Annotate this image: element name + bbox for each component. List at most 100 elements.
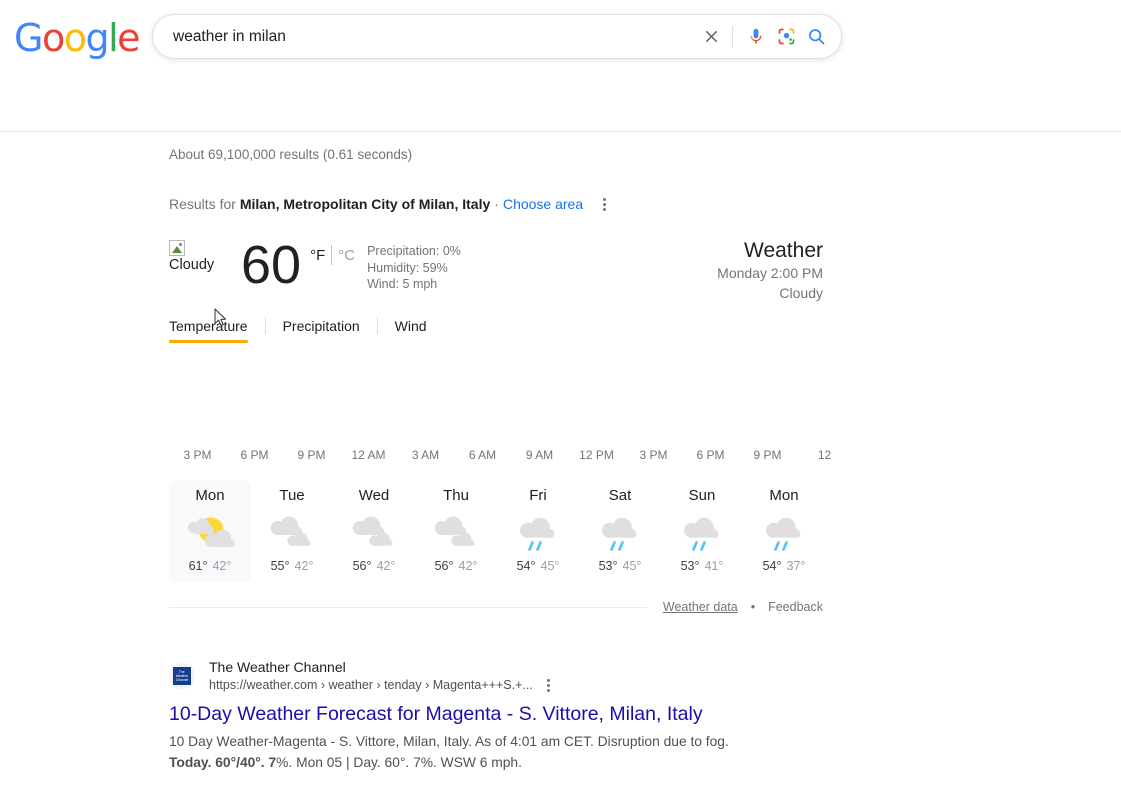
forecast-low: 42° <box>376 559 396 573</box>
snippet-line-2: %. Mon 05 | Day. 60°. 7%. WSW 6 mph. <box>276 755 522 770</box>
results-for-location: Milan, Metropolitan City of Milan, Italy <box>239 196 491 212</box>
tab-wind[interactable]: Wind <box>395 318 427 343</box>
organic-result-header: The Weather Channel The Weather Channel … <box>169 658 829 694</box>
clear-search-button[interactable] <box>696 22 726 52</box>
kebab-dot-1 <box>603 197 607 201</box>
favicon-inner: The Weather Channel <box>173 667 191 685</box>
weather-card: Cloudy 60 °F °C Precipitation: 0% Humidi… <box>169 235 831 614</box>
weather-daytime: Monday 2:00 PM <box>717 265 823 281</box>
logo-letter-o2: o <box>63 16 87 60</box>
forecast-high: 53° <box>598 559 618 573</box>
logo-letter-g2: g <box>85 16 109 60</box>
current-temperature: 60 <box>241 235 302 295</box>
logo-letter-e: e <box>117 16 140 60</box>
rain-icon <box>743 509 825 557</box>
cloudy-icon <box>333 509 415 557</box>
forecast-day-mon[interactable]: Mon 61° 42° <box>169 480 251 582</box>
rain-icon <box>497 509 579 557</box>
footer-divider-rule <box>169 606 647 608</box>
choose-area-link[interactable]: Choose area <box>503 196 583 212</box>
forecast-day-sat[interactable]: Sat 53° 45° <box>579 480 661 582</box>
weather-condition: Cloudy <box>779 285 823 301</box>
weather-location-block: Weather Monday 2:00 PM Cloudy <box>717 238 823 303</box>
hour-label: 3 PM <box>183 448 212 462</box>
weather-daily-forecast: Mon 61° 42° Tue 55° 42° Wed 56° 42° Thu … <box>169 480 823 582</box>
forecast-high: 54° <box>516 559 536 573</box>
hour-label: 9 PM <box>297 448 326 462</box>
forecast-day-sun[interactable]: Sun 53° 41° <box>661 480 743 582</box>
unit-celsius-button[interactable]: °C <box>338 248 355 263</box>
search-bar[interactable] <box>152 14 842 59</box>
tab-divider-1 <box>264 317 266 334</box>
google-logo[interactable]: Google <box>14 16 141 60</box>
forecast-day-thu[interactable]: Thu 56° 42° <box>415 480 497 582</box>
search-submit-button[interactable] <box>801 22 831 52</box>
forecast-day-temps: 54° 45° <box>497 559 579 573</box>
tab-precipitation[interactable]: Precipitation <box>283 318 360 343</box>
forecast-day-name: Tue <box>279 487 305 504</box>
forecast-day-wed[interactable]: Wed 56° 42° <box>333 480 415 582</box>
cloudy-icon <box>415 509 497 557</box>
kebab-dot-2 <box>603 202 607 206</box>
search-input[interactable] <box>153 15 696 58</box>
microphone-icon <box>750 28 762 43</box>
forecast-low: 42° <box>212 559 232 573</box>
results-for-menu-button[interactable] <box>603 197 607 211</box>
forecast-day-tue[interactable]: Tue 55° 42° <box>251 480 333 582</box>
result-title-link[interactable]: 10-Day Weather Forecast for Magenta - S.… <box>169 701 829 727</box>
favicon-line-3: Channel <box>175 677 189 683</box>
forecast-day-name: Sun <box>688 487 716 504</box>
weather-icon-alt-text: Cloudy <box>169 257 215 273</box>
hour-label: 3 AM <box>411 448 440 462</box>
result-url: https://weather.com › weather › tenday ›… <box>209 678 533 692</box>
weather-card-footer: Weather data • Feedback <box>169 600 823 614</box>
hour-label: 12 PM <box>579 448 614 462</box>
forecast-day-name: Sat <box>608 487 632 504</box>
result-options-button[interactable] <box>546 678 550 692</box>
forecast-high: 61° <box>188 559 208 573</box>
results-for-row: Results for Milan, Metropolitan City of … <box>169 196 1121 212</box>
hour-label: 6 AM <box>468 448 497 462</box>
feedback-link[interactable]: Feedback <box>768 600 823 614</box>
weather-data-link[interactable]: Weather data <box>663 600 738 614</box>
google-search-results-page: Google weather in milan About 69,100,000… <box>0 0 1121 798</box>
forecast-day-name: Mon <box>195 487 225 504</box>
rain-icon <box>579 509 661 557</box>
partly-cloudy-icon <box>169 509 251 557</box>
hour-label: 6 PM <box>696 448 725 462</box>
kebab-dot-2 <box>546 683 550 687</box>
forecast-day-fri[interactable]: Fri 54° 45° <box>497 480 579 582</box>
forecast-day-temps: 56° 42° <box>333 559 415 573</box>
forecast-day-temps: 53° 45° <box>579 559 661 573</box>
logo-letter-l: l <box>108 16 119 60</box>
weather-channel-favicon: The Weather Channel <box>169 663 195 689</box>
hour-label: 12 AM <box>351 448 386 462</box>
tab-temperature[interactable]: Temperature <box>169 318 248 343</box>
wind-value: Wind: 5 mph <box>367 277 438 291</box>
hour-label: 9 AM <box>525 448 554 462</box>
weather-current-row: Cloudy 60 °F °C Precipitation: 0% Humidi… <box>169 235 823 303</box>
weather-temperature-graph <box>169 344 823 448</box>
forecast-low: 41° <box>704 559 724 573</box>
result-site-name: The Weather Channel <box>209 659 346 675</box>
forecast-high: 53° <box>680 559 700 573</box>
forecast-day-mon-next[interactable]: Mon 54° 37° <box>743 480 825 582</box>
forecast-day-temps: 53° 41° <box>661 559 743 573</box>
unit-fahrenheit-button[interactable]: °F <box>310 248 325 263</box>
weather-tabs: Temperature Precipitation Wind <box>169 316 823 344</box>
forecast-day-temps: 54° 37° <box>743 559 825 573</box>
forecast-low: 45° <box>622 559 642 573</box>
kebab-dot-3 <box>603 207 607 211</box>
forecast-day-name: Wed <box>358 487 390 504</box>
snippet-line-1: 10 Day Weather-Magenta - S. Vittore, Mil… <box>169 734 729 749</box>
unit-toggle[interactable]: °F °C <box>310 245 355 265</box>
forecast-low: 42° <box>294 559 314 573</box>
google-lens-button[interactable] <box>771 22 801 52</box>
hour-label: 12 <box>817 448 832 462</box>
forecast-high: 56° <box>434 559 454 573</box>
forecast-high: 56° <box>352 559 372 573</box>
cloudy-icon <box>251 509 333 557</box>
voice-search-button[interactable] <box>741 22 771 52</box>
snippet-bold-part: Today. 60°/40°. 7 <box>169 755 277 770</box>
forecast-day-name: Thu <box>443 487 469 504</box>
